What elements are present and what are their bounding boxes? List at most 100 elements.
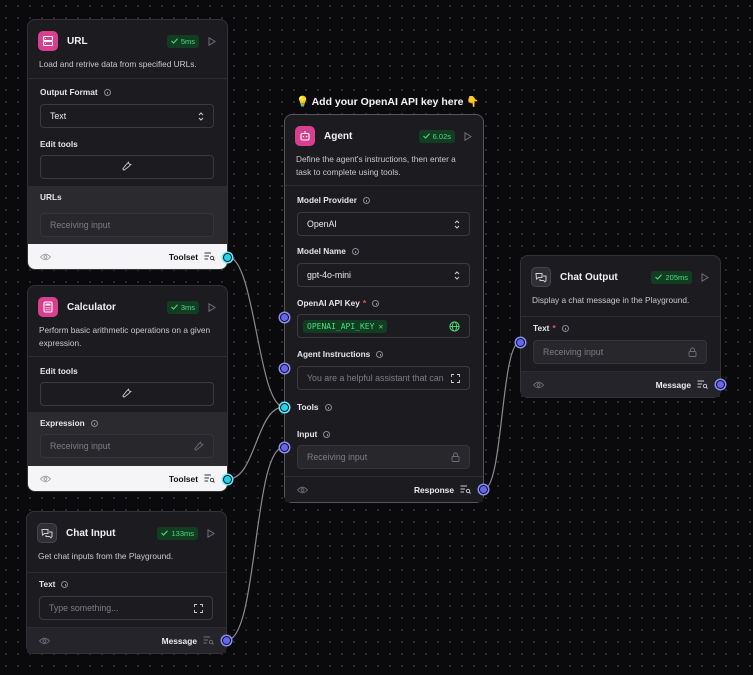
chat-input-node[interactable]: Chat Input 133ms Get chat inputs from th… [26,511,231,654]
tools-input-handle[interactable] [280,403,289,412]
run-time-badge: 133ms [157,526,198,540]
instructions-label: Agent Instructions [297,349,384,359]
chevron-up-down-icon [454,270,460,280]
run-time: 205ms [665,272,688,282]
toolset-output-handle[interactable] [223,475,232,484]
instructions-input[interactable]: You are a helpful assistant that can [297,366,470,390]
run-time-badge: 6.02s [418,129,455,143]
edge-calculator-toolset-to-agent-tools [227,406,285,480]
edit-tools-button[interactable] [40,382,214,406]
expression-input[interactable]: Receiving input [40,434,214,458]
node-footer: Message [27,627,226,653]
node-footer: Message [521,371,720,397]
divider [28,356,227,357]
output-label: Message [161,635,197,646]
model-name-select[interactable]: gpt-4o-mini [297,263,470,287]
edge-chatinput-message-to-agent-input [226,446,285,641]
play-icon[interactable] [206,528,216,538]
check-icon [655,274,663,280]
run-time-badge: 205ms [651,270,692,284]
edit-tools-button[interactable] [40,155,214,179]
run-time: 3ms [180,302,195,312]
output-label: Response [413,484,454,495]
check-icon [161,530,169,536]
eye-icon[interactable] [39,470,52,488]
text-input-handle[interactable] [516,338,525,347]
urls-row: URLs Receiving input [28,186,227,245]
text-input[interactable]: Receiving input [533,340,707,364]
message-output-handle[interactable] [716,380,725,389]
output-label: Message [655,379,691,390]
wrench-icon [122,161,132,173]
wrench-icon [194,441,204,451]
expand-icon[interactable] [194,603,203,613]
expand-icon[interactable] [451,373,460,383]
output-label: Toolset [168,251,198,262]
response-output-handle[interactable] [479,485,488,494]
run-time-badge: 5ms [166,34,199,48]
play-icon[interactable] [207,302,217,312]
output-list-icon[interactable] [460,481,471,499]
edit-tools-label: Edit tools [40,366,78,376]
api-key-input[interactable]: OPENAI_API_KEY ✕ [297,314,470,338]
model-provider-label: Model Provider [297,195,370,205]
calculator-node[interactable]: Calculator 3ms Perform basic arithmetic … [27,285,232,492]
input-field[interactable]: Receiving input [297,445,470,469]
expression-row: Expression Receiving input [28,412,227,467]
output-list-icon[interactable] [697,376,708,394]
info-icon [61,580,69,588]
canvas-note: 💡 Add your OpenAI API key here 👇 [296,96,480,108]
eye-icon[interactable] [39,248,52,266]
info-icon [372,299,380,307]
url-node[interactable]: URL 5ms Load and retrive data from speci… [27,19,232,270]
divider [28,78,227,79]
eye-icon[interactable] [38,632,51,650]
play-icon[interactable] [463,131,473,141]
lock-icon [451,452,460,462]
node-description: Perform basic arithmetic operations on a… [39,325,211,348]
node-footer: Toolset [28,465,227,491]
node-title: Chat Output [560,271,618,283]
info-icon [351,247,359,255]
info-icon [324,403,332,411]
play-icon[interactable] [700,272,710,282]
input-handle[interactable] [280,443,289,452]
toolset-list-icon[interactable] [204,248,215,266]
node-footer: Response [285,476,483,502]
chat-bubbles-icon [531,267,551,287]
chat-output-node[interactable]: Chat Output 205ms Display a chat message… [516,255,725,398]
output-label: Toolset [168,473,198,484]
info-icon [376,350,384,358]
api-key-input-handle[interactable] [280,313,289,322]
text-label: Text [39,579,69,589]
node-description: Define the agent's instructions, then en… [296,154,456,177]
model-provider-select[interactable]: OpenAI [297,212,470,236]
edge-agent-response-to-chatoutput-text [483,341,521,490]
node-title: URL [67,35,88,47]
api-key-label: OpenAI API Key * [297,298,380,308]
agent-node[interactable]: Agent 6.02s Define the agent's instructi… [280,114,488,503]
text-input[interactable]: Type something... [39,596,213,620]
message-output-handle[interactable] [222,636,231,645]
output-list-icon[interactable] [203,632,214,650]
globe-icon[interactable] [449,320,460,332]
node-description: Load and retrive data from specified URL… [39,59,197,69]
api-key-chip[interactable]: OPENAI_API_KEY ✕ [303,319,388,333]
toolset-list-icon[interactable] [204,470,215,488]
node-description: Display a chat message in the Playground… [532,295,690,305]
eye-icon[interactable] [532,376,545,394]
eye-icon[interactable] [296,481,309,499]
urls-input[interactable]: Receiving input [40,213,214,237]
chat-bubbles-icon [37,523,57,543]
check-icon [170,38,178,44]
play-icon[interactable] [207,36,217,46]
tools-label: Tools [297,402,332,412]
check-icon [422,133,430,139]
output-format-select[interactable]: Text [40,104,214,128]
instructions-input-handle[interactable] [280,364,289,373]
divider [521,316,720,317]
node-title: Calculator [67,301,116,313]
toolset-output-handle[interactable] [223,253,232,262]
edit-tools-label: Edit tools [40,139,78,149]
info-icon [323,430,331,438]
